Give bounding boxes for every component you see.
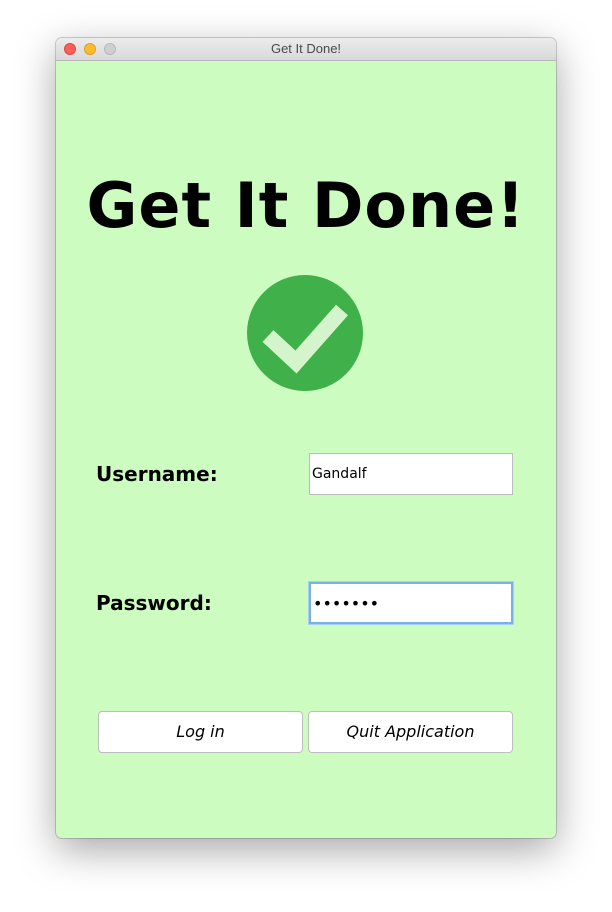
window-title: Get It Done! [270, 41, 342, 56]
title-bar[interactable]: Get It Done! [56, 38, 556, 61]
username-input[interactable] [309, 453, 513, 495]
app-heading: Get It Done! [86, 169, 526, 242]
password-input[interactable] [309, 582, 513, 624]
login-button[interactable]: Log in [98, 711, 303, 753]
quit-application-button[interactable]: Quit Application [308, 711, 513, 753]
password-label: Password: [96, 591, 212, 615]
checkmark-circle-icon [247, 275, 363, 391]
app-window: Get It Done! Get It Done! Username: Pass… [56, 38, 556, 838]
username-label: Username: [96, 462, 218, 486]
